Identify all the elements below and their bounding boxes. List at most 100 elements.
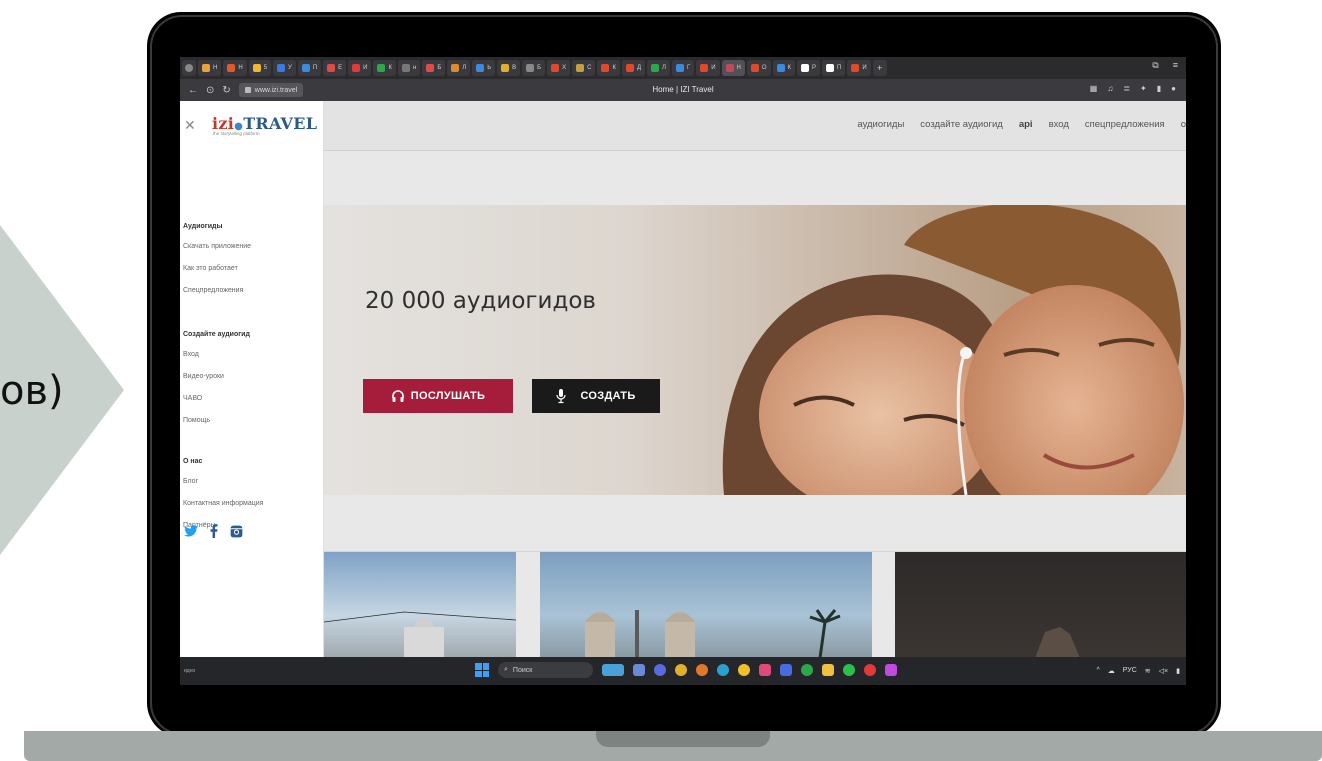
reader-icon[interactable]: ≣ (1123, 84, 1130, 93)
extension-icon[interactable]: ✦ (1140, 84, 1147, 93)
site-nav-link[interactable]: вход (1049, 119, 1069, 130)
whatsapp-icon[interactable] (843, 664, 855, 676)
sidebar-link[interactable]: Видео-уроки (183, 373, 250, 380)
sidebar-group-heading[interactable]: Аудиогиды (183, 223, 251, 230)
taskbar-search-placeholder: Поиск (512, 666, 533, 674)
sidebar-group-heading[interactable]: Создайте аудиогид (183, 331, 250, 338)
browser-tab[interactable]: Р (797, 60, 821, 76)
tour-card[interactable] (324, 552, 516, 657)
hero-couple-photo (722, 205, 1184, 495)
site-nav-link[interactable]: api (1019, 119, 1033, 130)
browser-tab[interactable]: О (746, 60, 771, 76)
app-icon[interactable] (885, 664, 897, 676)
browser-tab[interactable]: П (297, 60, 322, 76)
browser-tab[interactable]: И (348, 60, 372, 76)
edge-icon[interactable] (717, 664, 729, 676)
new-tab-button[interactable]: + (872, 60, 887, 76)
sidebar-link[interactable]: Скачать приложение (183, 243, 251, 250)
sidebar-link[interactable]: Как это работает (183, 265, 251, 272)
site-nav-link[interactable]: создайте аудиогид (920, 119, 1003, 130)
twitter-icon[interactable] (184, 525, 198, 537)
store-icon[interactable] (780, 664, 792, 676)
chevron-up-icon[interactable]: ^ (1096, 667, 1099, 675)
browser-tab[interactable]: Н (198, 60, 222, 76)
sidebar-link[interactable]: Спецпредложения (183, 287, 251, 294)
language-indicator[interactable]: РУС (1123, 667, 1137, 675)
qr-icon[interactable]: ▦ (1090, 84, 1098, 93)
photo-app-icon[interactable] (759, 664, 771, 676)
copy-icon[interactable]: ⧉ (1152, 60, 1158, 71)
volume-icon[interactable]: ◁× (1159, 667, 1168, 675)
browser-tab[interactable]: У (273, 60, 296, 76)
menu-icon[interactable]: ≡ (1173, 60, 1178, 71)
sidebar-link[interactable]: ЧАВО (183, 395, 250, 402)
back-arrow-icon[interactable]: ← (188, 85, 198, 96)
headphones-icon[interactable]: ♫ (1107, 84, 1113, 93)
tour-card[interactable] (540, 552, 872, 657)
tab-favicon-icon (826, 64, 835, 72)
browser-tab[interactable]: К (373, 60, 396, 76)
tour-card[interactable] (895, 552, 1186, 657)
browser-tab[interactable]: Д (621, 60, 646, 76)
close-icon[interactable]: ✕ (184, 117, 196, 134)
tab-label: Р (812, 65, 817, 71)
reload-icon[interactable]: ↻ (222, 85, 230, 96)
browser-tab[interactable]: П (822, 60, 846, 76)
browser-tab[interactable]: С (572, 60, 596, 76)
meet-icon[interactable] (654, 664, 666, 676)
browser-tab[interactable]: Н (721, 60, 745, 76)
file-explorer-icon[interactable] (633, 664, 645, 676)
browser-tab[interactable]: Л (447, 60, 471, 76)
site-nav-link[interactable]: спецпредложения (1085, 119, 1165, 130)
sidebar-link[interactable]: Помощь (183, 417, 250, 424)
browser-tab[interactable]: н (397, 60, 421, 76)
sidebar-group-heading[interactable]: О нас (183, 458, 263, 465)
yandex-browser-icon[interactable] (864, 664, 876, 676)
sidebar-link[interactable]: Контактная информация (183, 500, 263, 507)
facebook-icon[interactable] (210, 524, 218, 538)
sidebar-menu: ✕ izi●TRAVEL the storytelling platform А… (180, 101, 324, 657)
history-icon[interactable]: ⊙ (206, 85, 214, 96)
browser-tab[interactable]: И (696, 60, 720, 76)
browser-tab[interactable]: Б (522, 60, 546, 76)
folder-icon[interactable] (822, 664, 834, 676)
browser-tab[interactable]: В (497, 60, 521, 76)
tour-card-image (324, 611, 516, 657)
create-button[interactable]: СОЗДАТЬ (532, 379, 660, 413)
browser-tab[interactable]: Б (422, 60, 446, 76)
network-tray-icon[interactable]: ☁ (1108, 667, 1115, 675)
browser-tab[interactable]: Л (647, 60, 670, 76)
izi-travel-logo[interactable]: izi●TRAVEL the storytelling platform (212, 114, 317, 136)
browser-tab[interactable]: 5 (248, 60, 272, 76)
browser-tab[interactable]: Х (547, 60, 571, 76)
app-icon[interactable] (738, 664, 750, 676)
instagram-icon[interactable] (230, 525, 243, 538)
url-field[interactable]: www.izi.travel (238, 83, 304, 97)
windows-start-icon[interactable] (475, 663, 489, 677)
bookmark-icon[interactable]: ▮ (1157, 84, 1161, 93)
sidebar-link[interactable]: Блог (183, 478, 263, 485)
browser-tab[interactable]: Н (223, 60, 247, 76)
browser-tab[interactable]: К (597, 60, 620, 76)
sidebar-group: Аудиогиды Скачать приложение Как это работ… (183, 223, 251, 309)
browser-tab[interactable]: Е (323, 60, 347, 76)
taskbar-search[interactable]: ⌕ Поиск (498, 662, 593, 678)
battery-icon[interactable]: ▮ (1176, 667, 1180, 675)
window-actions: ⧉ ≡ (1152, 60, 1178, 71)
chrome-icon[interactable] (675, 664, 687, 676)
browser-tab[interactable]: И (847, 60, 871, 76)
browser-tab[interactable]: Ь (472, 60, 496, 76)
browser-profile-icon[interactable] (182, 60, 196, 76)
browser-tab[interactable]: К (772, 60, 796, 76)
sidebar-link[interactable]: Вход (183, 351, 250, 358)
browser-app-icon[interactable] (696, 664, 708, 676)
xbox-icon[interactable] (801, 664, 813, 676)
tab-favicon-icon (377, 64, 386, 72)
site-nav-link[interactable]: аудиогиды (857, 119, 904, 130)
browser-tab[interactable]: Г (671, 60, 695, 76)
taskbar-widget-icon[interactable] (602, 664, 624, 676)
wifi-icon[interactable]: ≋ (1145, 667, 1151, 675)
listen-button[interactable]: ПОСЛУШАТЬ (363, 379, 513, 413)
site-nav-link[interactable]: о (1181, 119, 1186, 130)
account-icon[interactable]: ● (1171, 84, 1176, 93)
